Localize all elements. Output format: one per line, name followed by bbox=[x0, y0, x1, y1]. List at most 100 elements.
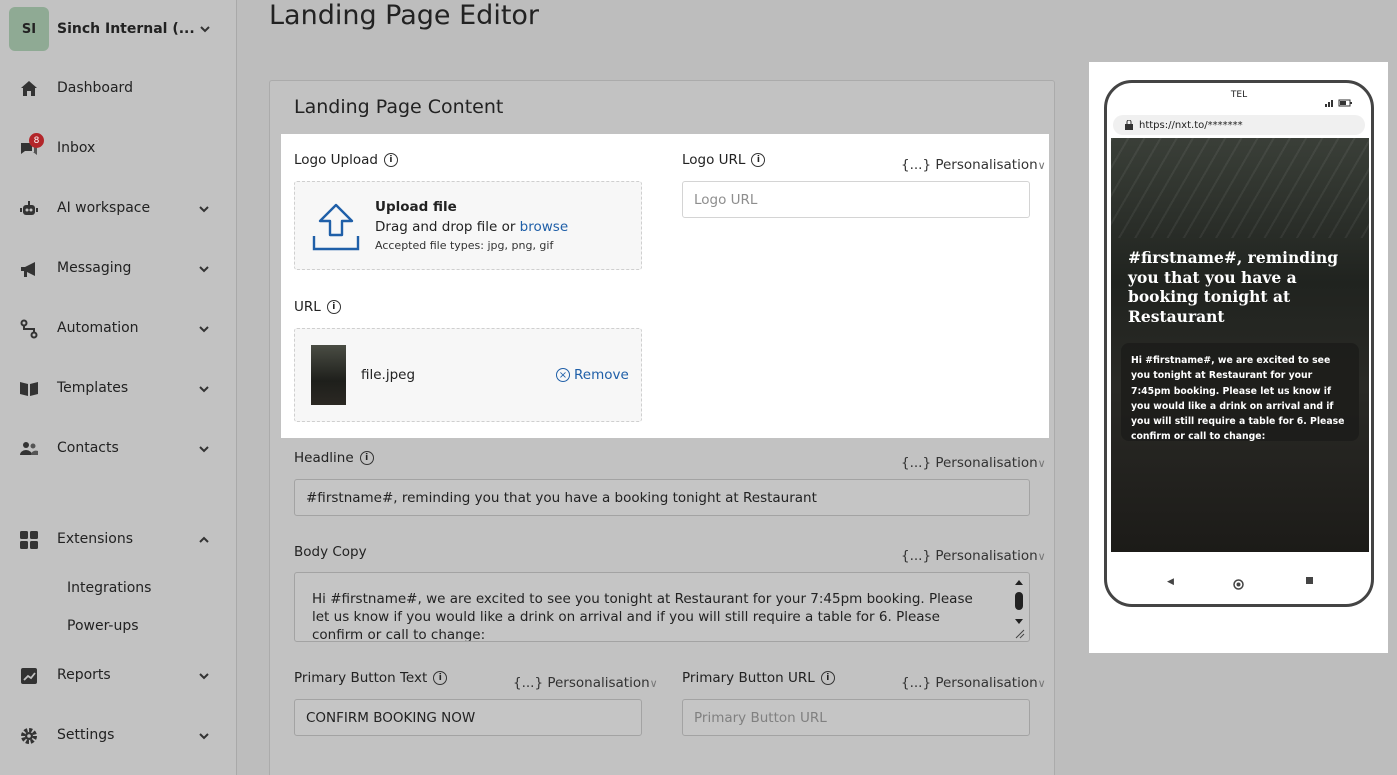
label-text: Logo Upload bbox=[294, 152, 378, 168]
personalisation-label: {...} Personalisation bbox=[901, 675, 1038, 691]
sidebar-item-label: Contacts bbox=[57, 440, 119, 456]
robot-icon bbox=[19, 199, 39, 219]
sidebar: SI Sinch Internal (... Dashboard 8 Inbox… bbox=[0, 0, 237, 775]
back-icon: ◀ bbox=[1167, 577, 1174, 587]
info-icon[interactable]: i bbox=[359, 451, 374, 465]
chart-icon bbox=[19, 666, 39, 686]
chevron-down-icon: ∨ bbox=[1037, 677, 1046, 690]
accepted-types: Accepted file types: jpg, png, gif bbox=[375, 239, 554, 252]
drag-text: Drag and drop file or bbox=[375, 219, 520, 235]
sidebar-item-reports[interactable]: Reports bbox=[0, 656, 237, 696]
personalisation-dropdown[interactable]: {...} Personalisation∨ bbox=[901, 157, 1046, 173]
personalisation-label: {...} Personalisation bbox=[513, 675, 650, 691]
panel-title: Landing Page Content bbox=[294, 96, 504, 118]
sidebar-subitem-integrations[interactable]: Integrations bbox=[67, 580, 151, 596]
account-name: Sinch Internal (... bbox=[57, 21, 195, 37]
avatar: SI bbox=[9, 7, 49, 51]
upload-icon bbox=[311, 202, 361, 256]
logo-url-input[interactable]: Logo URL bbox=[682, 181, 1030, 218]
book-icon bbox=[19, 379, 39, 399]
file-name: file.jpeg bbox=[361, 367, 416, 383]
personalisation-label: {...} Personalisation bbox=[901, 455, 1038, 471]
sidebar-item-inbox[interactable]: 8 Inbox bbox=[0, 129, 237, 169]
phone-screen: #firstname#, reminding you that you have… bbox=[1111, 138, 1369, 552]
phone-headline: #firstname#, reminding you that you have… bbox=[1128, 248, 1339, 326]
phone-url-bar: https://nxt.to/******* bbox=[1113, 115, 1365, 135]
file-dropzone[interactable]: Upload file Drag and drop file or browse… bbox=[294, 181, 642, 270]
chevron-down-icon bbox=[198, 323, 210, 335]
personalisation-dropdown[interactable]: {...} Personalisation∨ bbox=[901, 455, 1046, 471]
sidebar-item-contacts[interactable]: Contacts bbox=[0, 429, 237, 469]
info-icon[interactable]: i bbox=[433, 671, 448, 685]
sidebar-item-label: Settings bbox=[57, 727, 115, 743]
body-copy-text: Hi #firstname#, we are excited to see yo… bbox=[312, 591, 973, 642]
url-label: URL i bbox=[294, 299, 341, 315]
personalisation-dropdown[interactable]: {...} Personalisation∨ bbox=[901, 675, 1046, 691]
phone-frame: TEL https://nxt.to/******* #firstname#, … bbox=[1104, 80, 1374, 607]
personalisation-dropdown[interactable]: {...} Personalisation∨ bbox=[901, 548, 1046, 564]
home-icon bbox=[19, 79, 39, 99]
sidebar-subitem-power-ups[interactable]: Power-ups bbox=[67, 618, 139, 634]
chevron-down-icon bbox=[198, 670, 210, 682]
chevron-up-icon bbox=[198, 534, 210, 546]
sidebar-item-label: Automation bbox=[57, 320, 139, 336]
chevron-down-icon: ∨ bbox=[1037, 550, 1046, 563]
people-icon bbox=[19, 439, 39, 459]
sidebar-item-label: AI workspace bbox=[57, 200, 151, 216]
megaphone-icon bbox=[19, 259, 39, 279]
uploaded-file: file.jpeg × Remove bbox=[294, 328, 642, 422]
label-text: URL bbox=[294, 299, 321, 315]
body-copy-textarea[interactable]: Hi #firstname#, we are excited to see yo… bbox=[294, 572, 1030, 642]
sidebar-item-dashboard[interactable]: Dashboard bbox=[0, 69, 237, 109]
sidebar-item-settings[interactable]: Settings bbox=[0, 716, 237, 756]
label-text: Primary Button Text bbox=[294, 670, 428, 686]
sidebar-item-extensions[interactable]: Extensions bbox=[0, 520, 237, 560]
info-icon[interactable]: i bbox=[383, 153, 398, 167]
logo-url-label: Logo URL i bbox=[682, 152, 766, 168]
sidebar-item-automation[interactable]: Automation bbox=[0, 309, 237, 349]
headline-input[interactable]: #firstname#, reminding you that you have… bbox=[294, 479, 1030, 516]
phone-nav-bar: ◀ bbox=[1107, 575, 1371, 590]
sidebar-item-label: Messaging bbox=[57, 260, 132, 276]
inbox-badge: 8 bbox=[29, 133, 44, 148]
personalisation-label: {...} Personalisation bbox=[901, 548, 1038, 564]
personalisation-dropdown[interactable]: {...} Personalisation∨ bbox=[513, 675, 658, 691]
primary-button-text-input[interactable]: CONFIRM BOOKING NOW bbox=[294, 699, 642, 736]
headline-label: Headline i bbox=[294, 450, 374, 466]
primary-button-url-input[interactable]: Primary Button URL bbox=[682, 699, 1030, 736]
info-icon[interactable]: i bbox=[820, 671, 835, 685]
primary-button-text-label: Primary Button Text i bbox=[294, 670, 448, 686]
info-icon[interactable]: i bbox=[326, 300, 341, 314]
sidebar-item-ai-workspace[interactable]: AI workspace bbox=[0, 189, 237, 229]
upload-instructions: Drag and drop file or browse bbox=[375, 219, 568, 235]
account-switcher[interactable]: SI Sinch Internal (... bbox=[9, 7, 229, 51]
textarea-scrollbar[interactable] bbox=[1013, 576, 1025, 640]
background-image bbox=[1111, 138, 1369, 238]
sidebar-item-messaging[interactable]: Messaging bbox=[0, 249, 237, 289]
remove-label: Remove bbox=[574, 367, 629, 383]
chevron-down-icon bbox=[198, 443, 210, 455]
chevron-down-icon bbox=[199, 23, 211, 35]
chevron-down-icon bbox=[198, 730, 210, 742]
grid-icon bbox=[19, 530, 39, 550]
primary-button-url-label: Primary Button URL i bbox=[682, 670, 835, 686]
browse-link[interactable]: browse bbox=[520, 219, 568, 235]
signal-battery-icon bbox=[1325, 92, 1355, 111]
chevron-down-icon: ∨ bbox=[649, 677, 658, 690]
automation-icon bbox=[19, 319, 39, 339]
remove-button[interactable]: × Remove bbox=[556, 367, 629, 383]
recents-icon bbox=[1306, 577, 1313, 584]
label-text: Headline bbox=[294, 450, 354, 466]
info-icon[interactable]: i bbox=[751, 153, 766, 167]
upload-title: Upload file bbox=[375, 199, 457, 215]
file-thumbnail bbox=[311, 345, 346, 405]
label-text: Logo URL bbox=[682, 152, 746, 168]
phone-body-copy: Hi #firstname#, we are excited to see yo… bbox=[1121, 343, 1359, 442]
chevron-down-icon: ∨ bbox=[1037, 159, 1046, 172]
sidebar-item-templates[interactable]: Templates bbox=[0, 369, 237, 409]
sidebar-item-label: Extensions bbox=[57, 531, 134, 547]
sidebar-item-label: Dashboard bbox=[57, 80, 133, 96]
close-circle-icon: × bbox=[556, 368, 570, 382]
home-button-icon bbox=[1233, 575, 1244, 594]
phone-url-text: https://nxt.to/******* bbox=[1139, 119, 1243, 131]
